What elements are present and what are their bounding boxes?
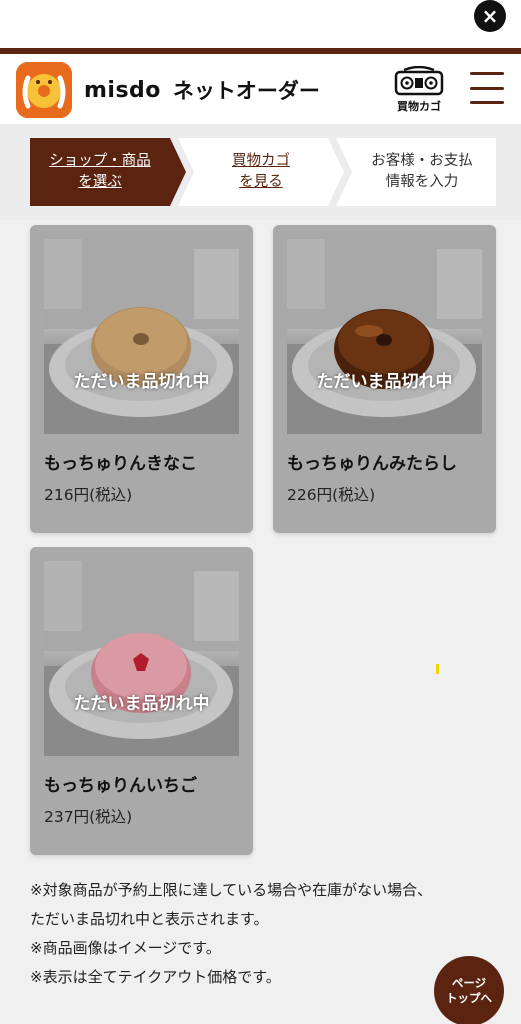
hamburger-icon-bar (470, 72, 504, 75)
brand-title: misdo ネットオーダー (84, 72, 320, 108)
menu-button[interactable] (470, 72, 504, 104)
product-image: ただいま品切れ中 (44, 561, 239, 756)
service-name: ネットオーダー (172, 79, 320, 103)
note-line: ※商品画像はイメージです。 (30, 939, 221, 957)
step-customer-info: お客様・お支払 情報を入力 (336, 138, 496, 206)
sold-out-label: ただいま品切れ中 (73, 372, 210, 392)
product-price: 216円(税込) (44, 486, 133, 504)
cart-label: 買物カゴ (397, 100, 441, 113)
product-name: もっちゅりんいちご (44, 776, 197, 796)
product-card[interactable]: ただいま品切れ中 もっちゅりんみたらし 226円(税込) (273, 225, 496, 533)
hamburger-icon-bar (470, 86, 504, 90)
product-price: 226円(税込) (287, 486, 376, 504)
note-line: ただいま品切れ中と表示されます。 (30, 910, 269, 928)
misdo-logo[interactable] (16, 62, 72, 118)
note-line: ※表示は全てテイクアウト価格です。 (30, 968, 281, 986)
sold-out-label: ただいま品切れ中 (316, 372, 453, 392)
close-button[interactable]: × (474, 0, 506, 32)
step-select-shop[interactable]: ショップ・商品 を選ぶ (30, 138, 186, 206)
note-line: ※対象商品が予約上限に達している場合や在庫がない場合、 (30, 881, 433, 899)
marker (436, 664, 439, 674)
product-name: もっちゅりんきなこ (44, 454, 197, 474)
site-header: misdo ネットオーダー 買物カゴ (0, 54, 521, 124)
top-bar: × (0, 0, 521, 48)
order-steps: ショップ・商品 を選ぶ 買物カゴ を見る お客様・お支払 情報を入力 (0, 124, 521, 220)
cart-button[interactable]: 買物カゴ (392, 66, 446, 114)
cart-icon (394, 66, 444, 96)
product-price: 237円(税込) (44, 808, 133, 826)
close-icon: × (481, 4, 499, 28)
sold-out-label: ただいま品切れ中 (73, 694, 210, 714)
product-card[interactable]: ただいま品切れ中 もっちゅりんいちご 237円(税込) (30, 547, 253, 855)
page-top-button[interactable]: ページ トップへ (434, 956, 504, 1024)
step-view-cart[interactable]: 買物カゴ を見る (178, 138, 344, 206)
product-image: ただいま品切れ中 (287, 239, 482, 434)
notes: ※対象商品が予約上限に達している場合や在庫がない場合、 ただいま品切れ中と表示さ… (30, 876, 500, 992)
misdo-logo-icon (16, 62, 72, 118)
product-name: もっちゅりんみたらし (287, 454, 457, 474)
product-card[interactable]: ただいま品切れ中 もっちゅりんきなこ 216円(税込) (30, 225, 253, 533)
product-image: ただいま品切れ中 (44, 239, 239, 434)
hamburger-icon-bar (470, 101, 504, 104)
brand-name: misdo (84, 77, 161, 103)
